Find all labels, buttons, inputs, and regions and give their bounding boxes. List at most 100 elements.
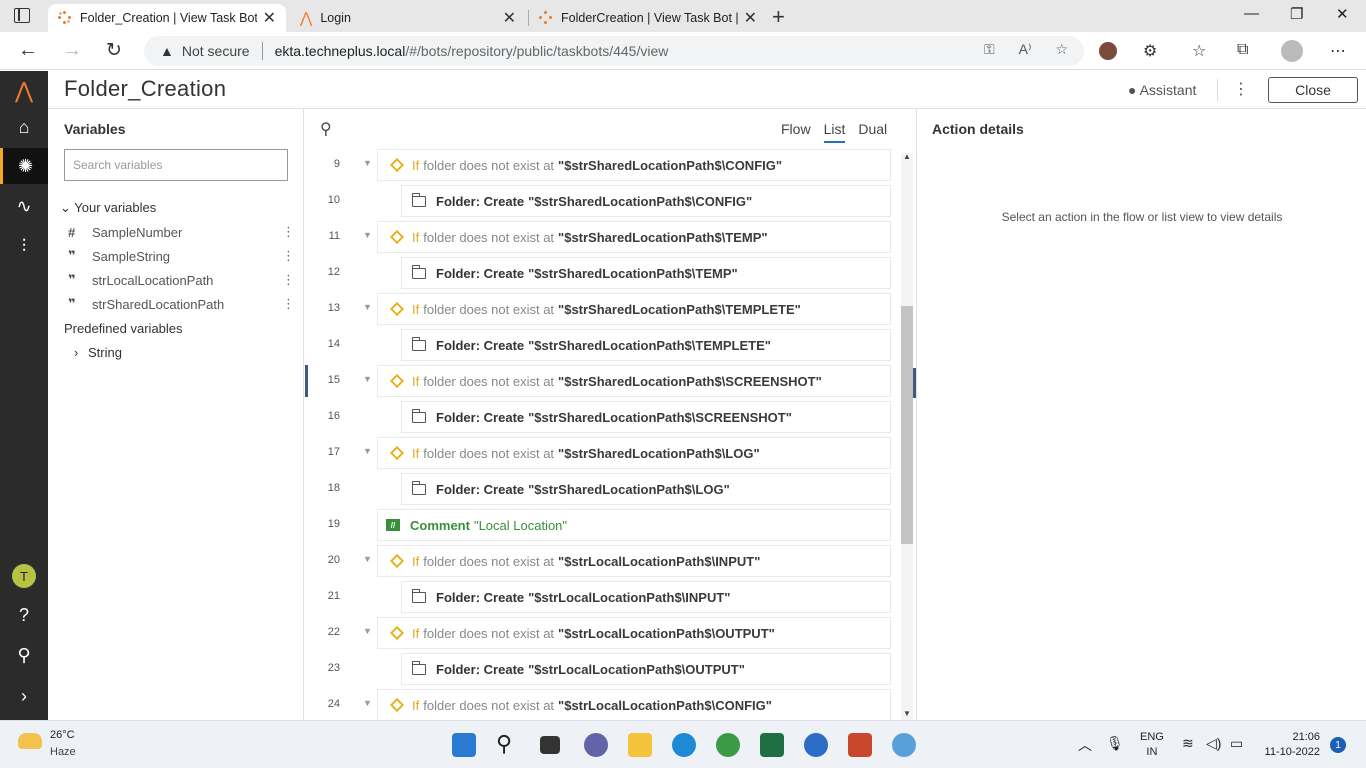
close-tab-icon[interactable]: ✕ (744, 8, 757, 28)
assistant-button[interactable]: ● Assistant (1128, 82, 1196, 98)
close-tab-icon[interactable]: ✕ (503, 8, 516, 28)
action-row[interactable]: 20 ▼ If folder does not exist at "$strLocalL… (305, 545, 901, 577)
variable-menu-icon[interactable]: ⋮ (282, 248, 295, 264)
tab-dual[interactable]: Dual (858, 121, 887, 143)
if-action-card[interactable]: If folder does not exist at "$strSharedLoc… (377, 293, 891, 325)
collapse-caret-icon[interactable]: ▼ (363, 230, 372, 240)
profile-avatar[interactable] (1281, 40, 1303, 62)
expand-rail-icon[interactable]: › (0, 678, 48, 714)
variable-menu-icon[interactable]: ⋮ (282, 224, 295, 240)
powerpoint-icon[interactable] (848, 733, 872, 757)
task-view-icon[interactable] (540, 736, 560, 754)
search-variables-input[interactable] (64, 149, 288, 181)
search-icon[interactable]: ⚲ (320, 119, 332, 139)
folder-action-card[interactable]: Folder: Create "$strSharedLocationPath$\C… (401, 185, 891, 217)
activity-icon[interactable]: ∿ (0, 188, 48, 224)
scroll-down-icon[interactable]: ▼ (903, 709, 911, 718)
tab-list[interactable]: List (823, 121, 846, 143)
restore-icon[interactable]: ❐ (1290, 5, 1303, 23)
action-row[interactable]: 19 // Comment "Local Location" (305, 509, 901, 541)
excel-icon[interactable] (760, 733, 784, 757)
address-bar[interactable]: ▲ Not secure ekta.techneplus.local/#/bot… (144, 36, 1084, 66)
app-icon[interactable] (804, 733, 828, 757)
folder-action-card[interactable]: Folder: Create "$strLocalLocationPath$\OU… (401, 653, 891, 685)
read-aloud-icon[interactable]: A⁾ (1019, 41, 1032, 58)
microphone-icon[interactable]: 🎙 (1106, 735, 1124, 752)
minimize-icon[interactable]: — (1244, 5, 1259, 22)
key-icon[interactable]: ⚿ (984, 41, 995, 58)
automation-anywhere-logo-icon[interactable]: ⋀ (0, 73, 48, 109)
collapse-caret-icon[interactable]: ▼ (363, 698, 372, 708)
action-row[interactable]: 24 ▼ If folder does not exist at "$strLocalL… (305, 689, 901, 721)
action-row[interactable]: 15 ▼ If folder does not exist at "$strShared… (305, 365, 901, 397)
predefined-string-group[interactable]: › String (74, 345, 122, 360)
location-icon[interactable]: ⚲ (0, 637, 48, 673)
variable-menu-icon[interactable]: ⋮ (282, 272, 295, 288)
action-row[interactable]: 23 Folder: Create "$strLocalLocationPath$\… (305, 653, 901, 685)
start-icon[interactable] (452, 733, 476, 757)
extensions-icon[interactable]: ⚙ (1143, 41, 1157, 61)
collections-icon[interactable]: ⧉ (1237, 41, 1248, 59)
folder-action-card[interactable]: Folder: Create "$strSharedLocationPath$\L… (401, 473, 891, 505)
automation-icon[interactable]: ✺ (0, 148, 48, 184)
home-icon[interactable]: ⌂ (0, 109, 48, 145)
variable-item[interactable]: ❞ strLocalLocationPath ⋮ (68, 268, 295, 292)
collapse-caret-icon[interactable]: ▼ (363, 374, 372, 384)
folder-action-card[interactable]: Folder: Create "$strSharedLocationPath$\S… (401, 401, 891, 433)
add-favorite-icon[interactable]: ☆ (1055, 41, 1068, 58)
chrome-icon[interactable] (716, 733, 740, 757)
notification-badge[interactable]: 1 (1330, 737, 1346, 753)
search-icon[interactable]: ⚲ (496, 731, 520, 756)
browser-tab-foldercreation[interactable]: FolderCreation | View Task Bot | ✕ (529, 4, 767, 32)
action-row[interactable]: 22 ▼ If folder does not exist at "$strLocalL… (305, 617, 901, 649)
if-action-card[interactable]: If folder does not exist at "$strLocalLoca… (377, 617, 891, 649)
if-action-card[interactable]: If folder does not exist at "$strSharedLoc… (377, 365, 891, 397)
manage-icon[interactable]: ⫶ (0, 228, 48, 264)
weather-icon[interactable] (18, 733, 42, 749)
scrollbar-thumb[interactable] (901, 306, 913, 544)
action-row[interactable]: 12 Folder: Create "$strSharedLocationPath$… (305, 257, 901, 289)
forward-icon[interactable]: → (62, 39, 82, 62)
battery-icon[interactable]: ▭ (1230, 735, 1243, 752)
clock[interactable]: 21:06 11-10-2022 (1262, 730, 1320, 760)
variable-item[interactable]: ❞ SampleString ⋮ (68, 244, 295, 268)
list-scrollbar[interactable]: ▲ ▼ (901, 152, 913, 720)
action-row[interactable]: 17 ▼ If folder does not exist at "$strShared… (305, 437, 901, 469)
your-variables-group[interactable]: ⌄ Your variables (60, 200, 156, 216)
more-menu-icon[interactable]: ⋯ (1330, 41, 1346, 61)
help-icon[interactable]: ? (0, 597, 48, 633)
collapse-caret-icon[interactable]: ▼ (363, 302, 372, 312)
volume-icon[interactable]: ◁) (1206, 735, 1221, 752)
user-avatar[interactable]: T (12, 564, 36, 588)
folder-action-card[interactable]: Folder: Create "$strLocalLocationPath$\IN… (401, 581, 891, 613)
action-row[interactable]: 11 ▼ If folder does not exist at "$strShared… (305, 221, 901, 253)
collapse-caret-icon[interactable]: ▼ (363, 158, 372, 168)
new-tab-icon[interactable]: + (772, 4, 785, 30)
favorites-icon[interactable]: ☆ (1192, 41, 1206, 61)
variable-menu-icon[interactable]: ⋮ (282, 296, 295, 312)
variable-item[interactable]: # SampleNumber ⋮ (68, 220, 295, 244)
action-row[interactable]: 13 ▼ If folder does not exist at "$strShared… (305, 293, 901, 325)
wifi-icon[interactable]: ≋ (1182, 735, 1194, 752)
globe-app-icon[interactable] (892, 733, 916, 757)
close-tab-icon[interactable]: ✕ (263, 8, 276, 28)
if-action-card[interactable]: If folder does not exist at "$strSharedLoc… (377, 149, 891, 181)
if-action-card[interactable]: If folder does not exist at "$strLocalLoca… (377, 545, 891, 577)
tab-flow[interactable]: Flow (781, 121, 811, 143)
action-row[interactable]: 18 Folder: Create "$strSharedLocationPath$… (305, 473, 901, 505)
language-indicator[interactable]: ENG IN (1140, 730, 1164, 760)
action-row[interactable]: 10 Folder: Create "$strSharedLocationPath$… (305, 185, 901, 217)
if-action-card[interactable]: If folder does not exist at "$strSharedLoc… (377, 221, 891, 253)
browser-tab-folder-creation[interactable]: Folder_Creation | View Task Bot | ✕ (48, 4, 286, 32)
back-icon[interactable]: ← (18, 39, 38, 62)
collapse-caret-icon[interactable]: ▼ (363, 626, 372, 636)
comment-action-card[interactable]: // Comment "Local Location" (377, 509, 891, 541)
if-action-card[interactable]: If folder does not exist at "$strSharedLoc… (377, 437, 891, 469)
action-row[interactable]: 9 ▼ If folder does not exist at "$strSharedL… (305, 149, 901, 181)
action-row[interactable]: 21 Folder: Create "$strLocalLocationPath$\… (305, 581, 901, 613)
folder-action-card[interactable]: Folder: Create "$strSharedLocationPath$\T… (401, 257, 891, 289)
folder-action-card[interactable]: Folder: Create "$strSharedLocationPath$\T… (401, 329, 891, 361)
window-close-icon[interactable]: ✕ (1336, 5, 1349, 23)
action-row[interactable]: 14 Folder: Create "$strSharedLocationPath$… (305, 329, 901, 361)
teams-icon[interactable] (584, 733, 608, 757)
